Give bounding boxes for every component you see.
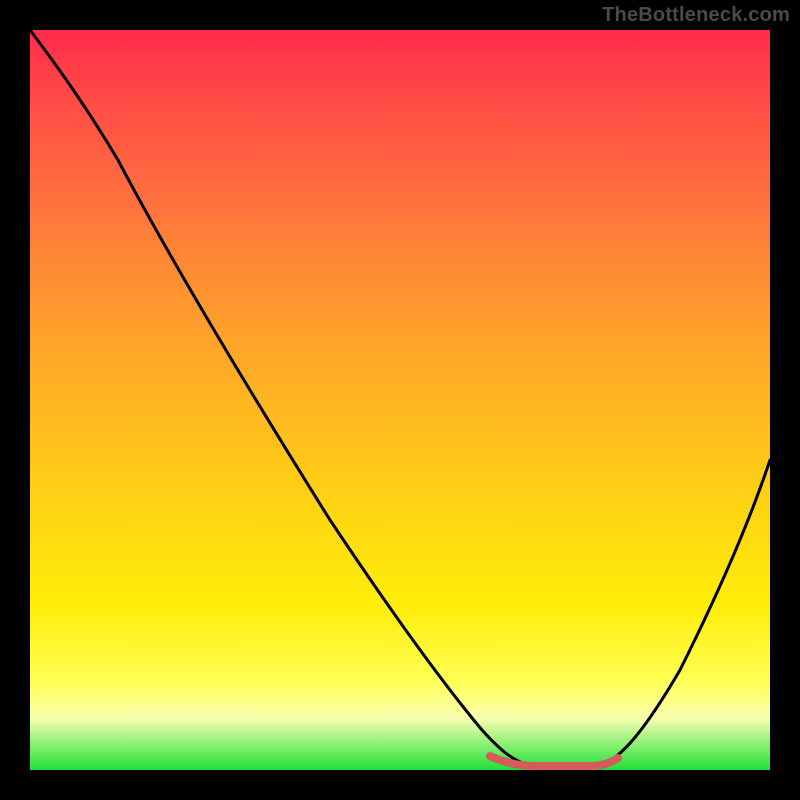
curve-path	[30, 30, 770, 765]
watermark-text: TheBottleneck.com	[602, 4, 790, 27]
chart-frame: TheBottleneck.com	[0, 0, 800, 800]
bottleneck-curve	[30, 30, 770, 770]
plot-area	[30, 30, 770, 770]
valley-highlight	[490, 756, 618, 766]
